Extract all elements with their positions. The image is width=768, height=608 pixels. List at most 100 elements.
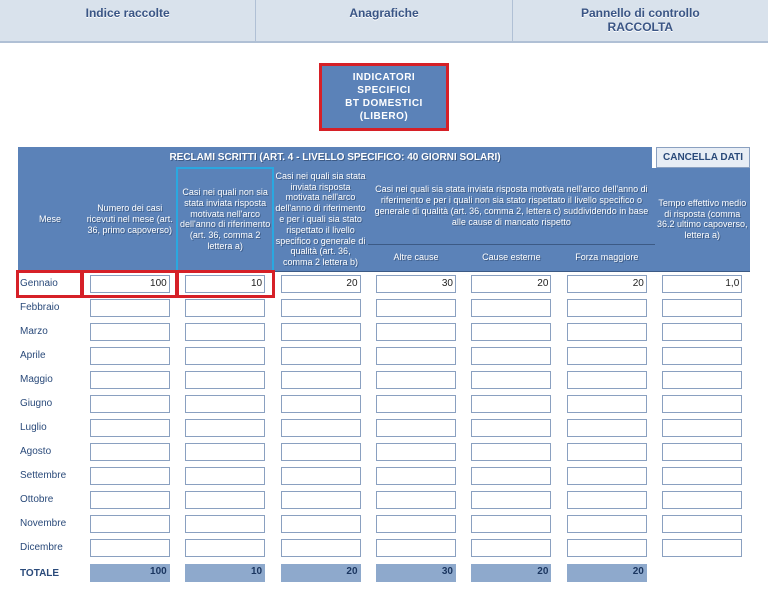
data-input[interactable] <box>662 491 742 509</box>
data-input[interactable] <box>662 443 742 461</box>
data-input[interactable] <box>567 539 647 557</box>
data-input[interactable] <box>662 467 742 485</box>
data-input[interactable] <box>90 515 170 533</box>
data-input[interactable] <box>471 491 551 509</box>
data-input[interactable] <box>281 539 361 557</box>
data-input[interactable] <box>376 371 456 389</box>
data-input[interactable] <box>281 443 361 461</box>
nav-anagrafiche[interactable]: Anagrafiche <box>256 0 512 41</box>
month-label: Ottobre <box>18 488 82 512</box>
data-input[interactable] <box>281 347 361 365</box>
data-input[interactable] <box>567 443 647 461</box>
data-input[interactable] <box>90 299 170 317</box>
data-input[interactable] <box>90 491 170 509</box>
data-input[interactable] <box>662 515 742 533</box>
totals-label: TOTALE <box>18 560 82 587</box>
data-input[interactable] <box>471 299 551 317</box>
data-input[interactable] <box>281 275 361 293</box>
data-input[interactable] <box>90 323 170 341</box>
data-input[interactable] <box>281 515 361 533</box>
data-input[interactable] <box>376 443 456 461</box>
data-input[interactable] <box>662 395 742 413</box>
data-input[interactable] <box>281 419 361 437</box>
data-input[interactable] <box>281 371 361 389</box>
data-input[interactable] <box>376 347 456 365</box>
data-input[interactable] <box>471 323 551 341</box>
data-input[interactable] <box>185 419 265 437</box>
data-input[interactable] <box>567 467 647 485</box>
data-input[interactable] <box>662 347 742 365</box>
data-input[interactable] <box>281 299 361 317</box>
data-input[interactable] <box>662 539 742 557</box>
data-input[interactable] <box>90 371 170 389</box>
data-input[interactable] <box>662 323 742 341</box>
data-input[interactable] <box>471 419 551 437</box>
data-input[interactable] <box>567 275 647 293</box>
table-row: Luglio <box>18 416 750 440</box>
data-input[interactable] <box>376 467 456 485</box>
data-input[interactable] <box>376 539 456 557</box>
data-input[interactable] <box>185 515 265 533</box>
data-input[interactable] <box>90 347 170 365</box>
data-input[interactable] <box>90 275 170 293</box>
data-input[interactable] <box>567 371 647 389</box>
data-input[interactable] <box>281 467 361 485</box>
data-input[interactable] <box>376 419 456 437</box>
section-title: RECLAMI SCRITTI (ART. 4 - LIVELLO SPECIF… <box>18 147 652 168</box>
data-input[interactable] <box>567 323 647 341</box>
data-input[interactable] <box>471 275 551 293</box>
table-row: Maggio <box>18 368 750 392</box>
data-input[interactable] <box>662 275 742 293</box>
data-input[interactable] <box>185 467 265 485</box>
data-input[interactable] <box>567 395 647 413</box>
data-input[interactable] <box>185 347 265 365</box>
data-input[interactable] <box>471 515 551 533</box>
data-input[interactable] <box>471 443 551 461</box>
data-input[interactable] <box>90 395 170 413</box>
data-input[interactable] <box>567 491 647 509</box>
data-input[interactable] <box>471 371 551 389</box>
data-input[interactable] <box>185 371 265 389</box>
data-input[interactable] <box>376 275 456 293</box>
data-input[interactable] <box>185 299 265 317</box>
data-input[interactable] <box>376 491 456 509</box>
data-input[interactable] <box>471 467 551 485</box>
data-input[interactable] <box>90 443 170 461</box>
data-input[interactable] <box>662 299 742 317</box>
data-input[interactable] <box>662 419 742 437</box>
data-input[interactable] <box>376 299 456 317</box>
data-input[interactable] <box>90 539 170 557</box>
data-input[interactable] <box>185 491 265 509</box>
data-input[interactable] <box>376 395 456 413</box>
data-table: Mese Numero dei casi ricevuti nel mese (… <box>18 168 750 587</box>
nav-pannello[interactable]: Pannello di controllo RACCOLTA <box>513 0 768 41</box>
data-input[interactable] <box>185 395 265 413</box>
data-input[interactable] <box>376 323 456 341</box>
nav-indice[interactable]: Indice raccolte <box>0 0 256 41</box>
data-input[interactable] <box>567 419 647 437</box>
data-input[interactable] <box>471 347 551 365</box>
data-input[interactable] <box>185 275 265 293</box>
data-input[interactable] <box>185 443 265 461</box>
data-input[interactable] <box>376 515 456 533</box>
th-mese: Mese <box>18 168 82 272</box>
data-input[interactable] <box>567 515 647 533</box>
data-input[interactable] <box>185 539 265 557</box>
data-input[interactable] <box>471 395 551 413</box>
month-label: Giugno <box>18 392 82 416</box>
top-nav: Indice raccolte Anagrafiche Pannello di … <box>0 0 768 43</box>
data-input[interactable] <box>185 323 265 341</box>
data-input[interactable] <box>471 539 551 557</box>
cancella-dati-button[interactable]: CANCELLA DATI <box>656 147 750 168</box>
data-input[interactable] <box>281 491 361 509</box>
data-input[interactable] <box>281 323 361 341</box>
data-input[interactable] <box>90 467 170 485</box>
table-row: Giugno <box>18 392 750 416</box>
data-input[interactable] <box>662 371 742 389</box>
month-label: Aprile <box>18 344 82 368</box>
data-input[interactable] <box>90 419 170 437</box>
data-input[interactable] <box>567 299 647 317</box>
data-input[interactable] <box>567 347 647 365</box>
data-input[interactable] <box>281 395 361 413</box>
month-label: Agosto <box>18 440 82 464</box>
